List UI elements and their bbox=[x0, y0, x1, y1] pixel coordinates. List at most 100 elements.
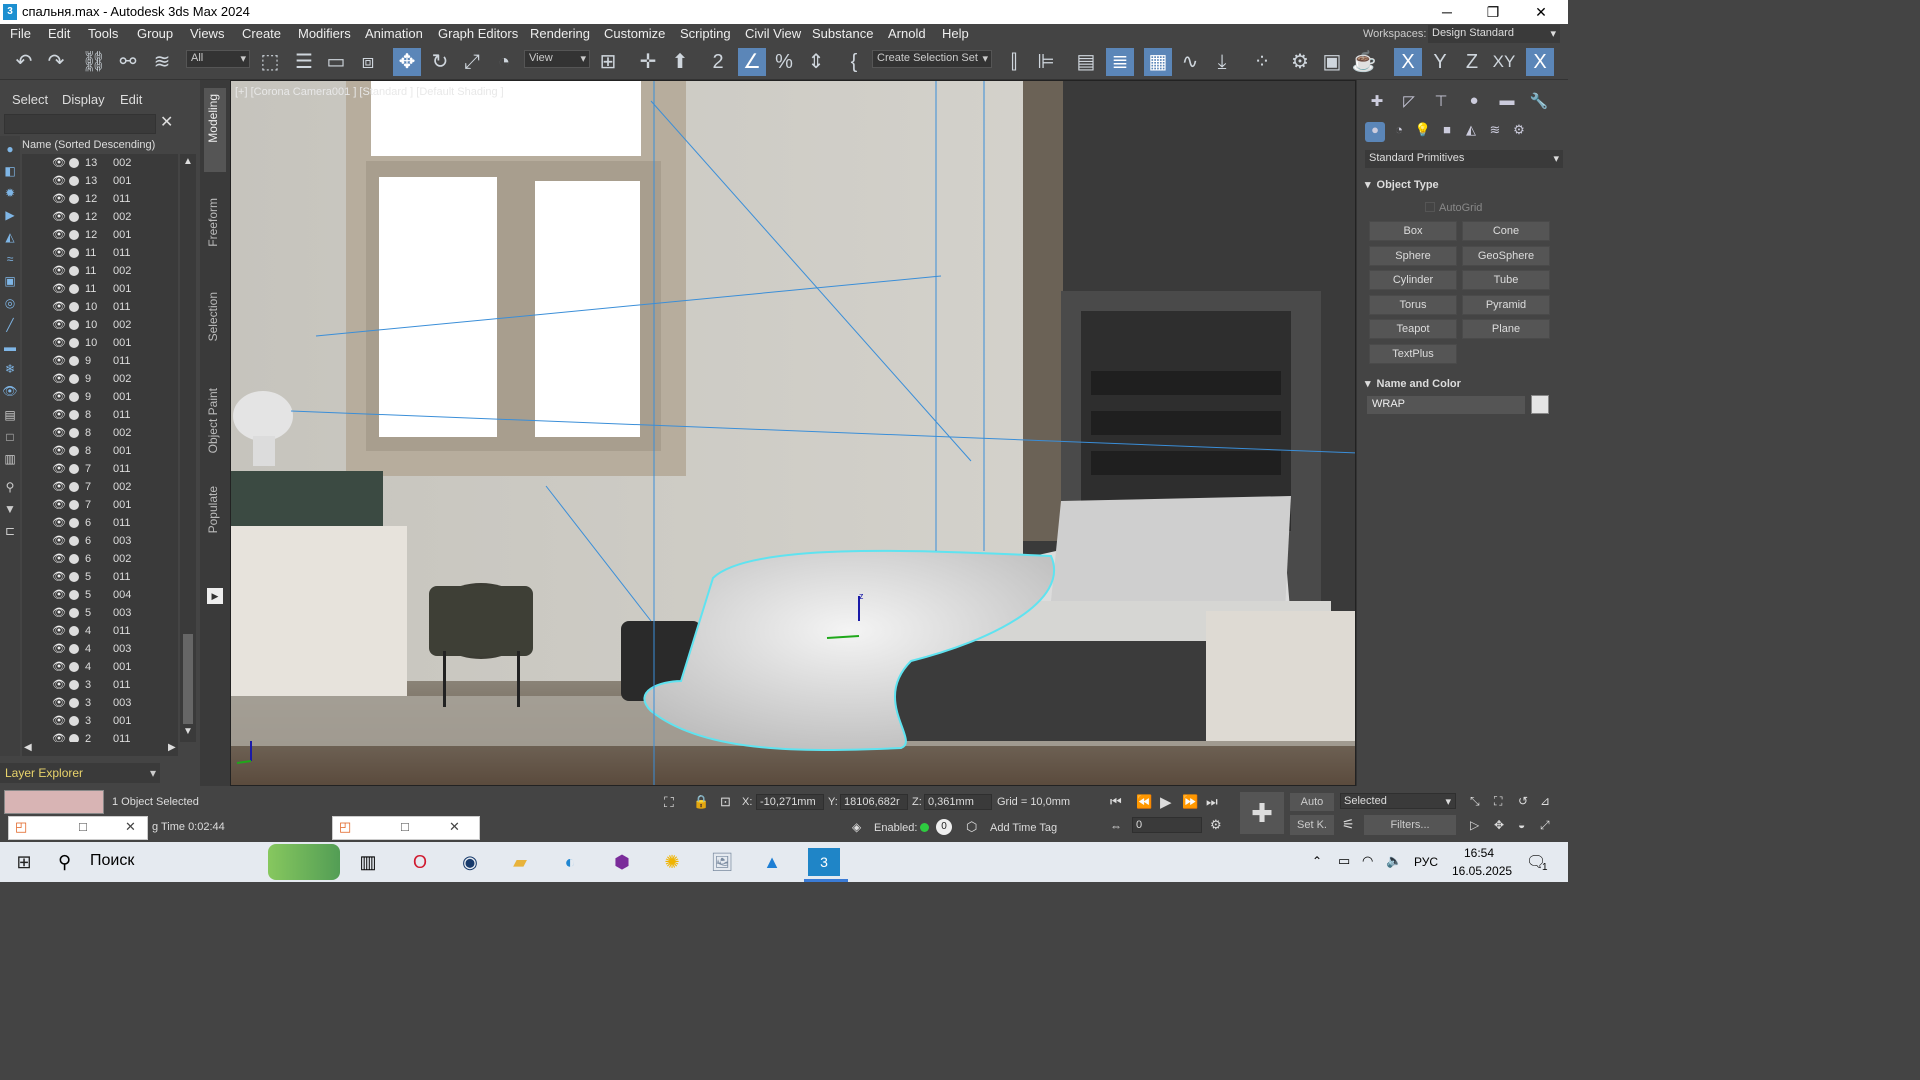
render-toggle-icon[interactable] bbox=[69, 320, 79, 330]
link-icon[interactable]: ⛓ bbox=[80, 48, 108, 76]
render-toggle-icon[interactable] bbox=[69, 410, 79, 420]
zoom-all-icon[interactable]: ⛶ bbox=[1494, 794, 1502, 809]
corona-icon[interactable]: ✺ bbox=[656, 848, 688, 876]
tab-object-paint[interactable]: Object Paint bbox=[206, 388, 224, 453]
visibility-icon[interactable]: 👁 bbox=[52, 606, 66, 619]
list-item[interactable]: 👁 7 001 bbox=[22, 496, 178, 514]
redo-icon[interactable]: ↷ bbox=[42, 48, 70, 76]
teapot-button[interactable]: Teapot bbox=[1369, 319, 1457, 339]
groups-filter-icon[interactable]: ▣ bbox=[2, 274, 18, 290]
visibility-icon[interactable]: 👁 bbox=[52, 498, 66, 511]
viewport-camera[interactable]: [+] [Corona Camera001 ] [Standard ] [Def… bbox=[230, 80, 1356, 786]
display-none-icon[interactable]: □ bbox=[2, 430, 18, 446]
visibility-icon[interactable]: 👁 bbox=[52, 210, 66, 223]
dolly-icon[interactable]: ◒ bbox=[1518, 818, 1525, 832]
axis-y-button[interactable]: Y bbox=[1426, 48, 1454, 76]
select-object-icon[interactable]: ⬚ bbox=[256, 48, 284, 76]
key-mode-icon[interactable]: ⇔ bbox=[1110, 819, 1122, 833]
sphere-button[interactable]: Sphere bbox=[1369, 246, 1457, 266]
menu-modifiers[interactable]: Modifiers bbox=[298, 26, 351, 41]
list-item[interactable]: 👁 12 002 bbox=[22, 208, 178, 226]
axis-constraint-icon[interactable]: X bbox=[1526, 48, 1554, 76]
windows-start-icon[interactable]: ⊞ bbox=[8, 848, 40, 876]
select-move-icon[interactable]: ✥ bbox=[393, 48, 421, 76]
display-tab-icon[interactable]: ▬ bbox=[1495, 92, 1519, 112]
helpers-icon[interactable]: ◭ bbox=[1461, 122, 1481, 142]
visibility-icon[interactable]: 👁 bbox=[52, 300, 66, 313]
list-item[interactable]: 👁 11 002 bbox=[22, 262, 178, 280]
visibility-icon[interactable]: 👁 bbox=[52, 192, 66, 205]
systems-icon[interactable]: ⚙ bbox=[1509, 122, 1529, 142]
tab-selection[interactable]: Selection bbox=[206, 292, 224, 341]
list-item[interactable]: 👁 4 003 bbox=[22, 640, 178, 658]
geosphere-button[interactable]: GeoSphere bbox=[1462, 246, 1550, 266]
menu-scripting[interactable]: Scripting bbox=[680, 26, 731, 41]
y-coordinate-field[interactable]: 18106,682r bbox=[840, 794, 908, 810]
menu-animation[interactable]: Animation bbox=[365, 26, 423, 41]
set-key-button[interactable]: Set K. bbox=[1290, 815, 1334, 835]
select-scale-icon[interactable]: ⤢ bbox=[458, 48, 486, 76]
visibility-icon[interactable]: 👁 bbox=[52, 480, 66, 493]
space-warps-icon[interactable]: ≋ bbox=[1485, 122, 1505, 142]
render-toggle-icon[interactable] bbox=[69, 338, 79, 348]
hierarchy-tab-icon[interactable]: ⊤ bbox=[1429, 92, 1453, 112]
nox-icon[interactable]: ⬢ bbox=[606, 848, 638, 876]
go-to-start-icon[interactable]: ⏮ bbox=[1110, 794, 1122, 810]
cameras-filter-icon[interactable]: ▶ bbox=[2, 208, 18, 224]
list-item[interactable]: 👁 8 001 bbox=[22, 442, 178, 460]
find-case-icon[interactable]: ⚲ bbox=[2, 480, 18, 496]
ribbon-expand-icon[interactable]: ▶ bbox=[207, 588, 223, 604]
keyboard-language[interactable]: РУС bbox=[1414, 855, 1438, 869]
close-icon[interactable]: ✕ bbox=[449, 819, 460, 835]
field-of-view-icon[interactable]: ⊿ bbox=[1540, 794, 1550, 808]
add-time-tag-button[interactable]: Add Time Tag bbox=[990, 822, 1057, 834]
menu-help[interactable]: Help bbox=[942, 26, 969, 41]
visibility-icon[interactable]: 👁 bbox=[52, 408, 66, 421]
align-icon[interactable]: ⊫ bbox=[1032, 48, 1060, 76]
visibility-icon[interactable]: 👁 bbox=[52, 516, 66, 529]
list-item[interactable]: 👁 12 001 bbox=[22, 226, 178, 244]
edge-icon[interactable]: ◐ bbox=[554, 848, 586, 876]
play-icon[interactable]: ▶ bbox=[1160, 793, 1172, 811]
torus-button[interactable]: Torus bbox=[1369, 295, 1457, 315]
visibility-icon[interactable]: 👁 bbox=[52, 660, 66, 673]
display-all-icon[interactable]: ▤ bbox=[2, 408, 18, 424]
render-toggle-icon[interactable] bbox=[69, 158, 79, 168]
orbit-icon[interactable]: ↺ bbox=[1518, 794, 1528, 808]
auto-key-button[interactable]: Auto bbox=[1290, 793, 1334, 811]
maximize-button[interactable]: ❐ bbox=[1470, 0, 1516, 24]
list-item[interactable]: 👁 4 011 bbox=[22, 622, 178, 640]
lock-icon[interactable]: 🔒 bbox=[693, 794, 709, 810]
clock-date[interactable]: 16.05.2025 bbox=[1452, 864, 1512, 878]
task-view-icon[interactable]: ▥ bbox=[352, 848, 384, 876]
edit-named-selection-icon[interactable]: { bbox=[840, 48, 868, 76]
visibility-icon[interactable]: 👁 bbox=[52, 732, 66, 742]
menu-graph-editors[interactable]: Graph Editors bbox=[438, 26, 518, 41]
scroll-right-icon[interactable]: ▶ bbox=[168, 742, 176, 753]
schematic-view-icon[interactable]: ⤓ bbox=[1208, 48, 1236, 76]
helpers-filter-icon[interactable]: ◭ bbox=[2, 230, 18, 246]
visibility-icon[interactable]: 👁 bbox=[52, 570, 66, 583]
list-item[interactable]: 👁 3 011 bbox=[22, 676, 178, 694]
render-toggle-icon[interactable] bbox=[69, 716, 79, 726]
render-toggle-icon[interactable] bbox=[69, 554, 79, 564]
visibility-icon[interactable]: 👁 bbox=[52, 624, 66, 637]
plane-button[interactable]: Plane bbox=[1462, 319, 1550, 339]
tab-edit[interactable]: Edit bbox=[120, 92, 142, 107]
list-item[interactable]: 👁 11 001 bbox=[22, 280, 178, 298]
set-key-icon[interactable]: ✚ bbox=[1240, 792, 1284, 834]
menu-views[interactable]: Views bbox=[190, 26, 224, 41]
frozen-filter-icon[interactable]: ❄ bbox=[2, 362, 18, 378]
scroll-up-icon[interactable]: ▲ bbox=[183, 156, 193, 167]
motion-tab-icon[interactable]: ● bbox=[1462, 92, 1486, 112]
menu-group[interactable]: Group bbox=[137, 26, 173, 41]
visibility-icon[interactable]: 👁 bbox=[52, 354, 66, 367]
render-toggle-icon[interactable] bbox=[69, 284, 79, 294]
render-toggle-icon[interactable] bbox=[69, 392, 79, 402]
render-toggle-icon[interactable] bbox=[69, 482, 79, 492]
isolate-selection-icon[interactable]: ⛶ bbox=[664, 794, 674, 811]
visibility-icon[interactable]: 👁 bbox=[52, 444, 66, 457]
maximize-icon[interactable]: □ bbox=[79, 819, 87, 834]
object-color-swatch[interactable] bbox=[1531, 395, 1549, 414]
cone-button[interactable]: Cone bbox=[1462, 221, 1550, 241]
